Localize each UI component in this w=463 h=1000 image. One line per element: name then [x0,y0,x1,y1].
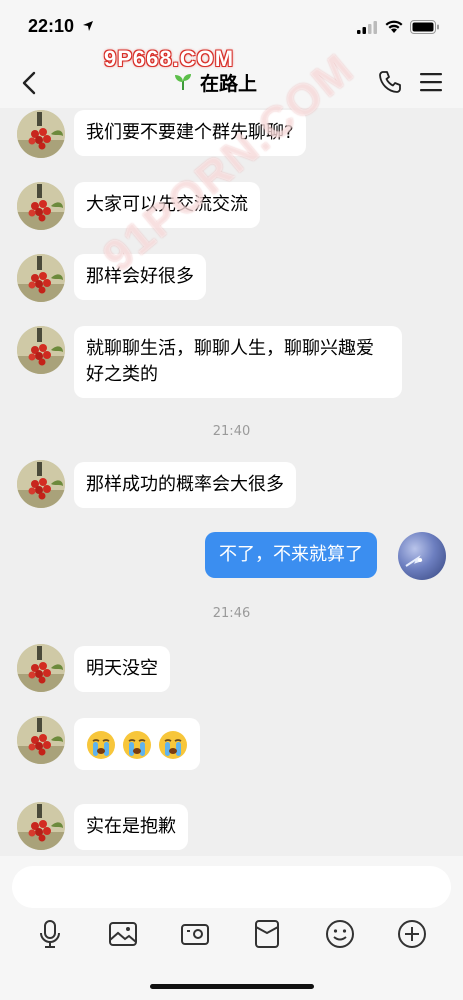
avatar-image [17,716,65,764]
status-time: 22:10 [28,16,75,36]
avatar-image [17,110,65,158]
cellular-signal-icon [357,21,377,34]
avatar-image [17,644,65,692]
home-indicator[interactable] [150,984,314,989]
message-bubble[interactable]: 就聊聊生活，聊聊人生，聊聊兴趣爱好之类的 [74,326,402,398]
microphone-icon[interactable] [34,918,66,950]
message-bubble[interactable]: 实在是抱歉 [74,804,188,850]
sprout-icon [175,74,191,90]
camera-icon[interactable] [179,918,211,950]
menu-icon[interactable] [420,72,442,92]
add-icon[interactable] [396,918,428,950]
message-input[interactable] [12,866,451,908]
contact-avatar[interactable] [17,110,65,158]
my-message-bubble[interactable]: 不了，不来就算了 [205,532,377,578]
contact-avatar[interactable] [17,644,65,692]
crying-face-emoji-icon [123,731,151,759]
contact-avatar[interactable] [17,802,65,850]
phone-icon[interactable] [378,70,402,94]
timestamp: 21:46 [212,606,251,621]
contact-avatar[interactable] [17,254,65,302]
input-bar [0,856,463,1000]
avatar-image [17,802,65,850]
watermark-top: 9P668.COM [104,46,235,71]
my-avatar[interactable] [398,532,446,580]
my-avatar-image [405,555,423,567]
crying-face-emoji-icon [159,731,187,759]
avatar-image [17,460,65,508]
message-list[interactable]: 我们要不要建个群先聊聊? 大家可以先交流交流 那样会好很多 就聊聊生活，聊聊人生… [0,108,463,860]
crying-face-emoji-icon [87,731,115,759]
contact-avatar[interactable] [17,182,65,230]
back-arrow-icon[interactable] [18,70,42,96]
message-bubble[interactable]: 那样成功的概率会大很多 [74,462,296,508]
message-bubble[interactable]: 明天没空 [74,646,170,692]
wifi-icon [385,20,403,33]
chat-title: 在路上 [200,72,258,95]
avatar-image [17,182,65,230]
location-arrow-icon [83,21,93,31]
red-packet-icon[interactable] [251,918,283,950]
emoji-message-bubble[interactable] [74,718,200,770]
contact-avatar[interactable] [17,460,65,508]
battery-icon [410,20,439,34]
chat-title-group[interactable]: 在路上 [174,70,258,95]
avatar-image [17,326,65,374]
contact-avatar[interactable] [17,326,65,374]
smiley-icon[interactable] [324,918,356,950]
avatar-image [17,254,65,302]
timestamp: 21:40 [212,424,251,439]
contact-avatar[interactable] [17,716,65,764]
image-icon[interactable] [107,918,139,950]
